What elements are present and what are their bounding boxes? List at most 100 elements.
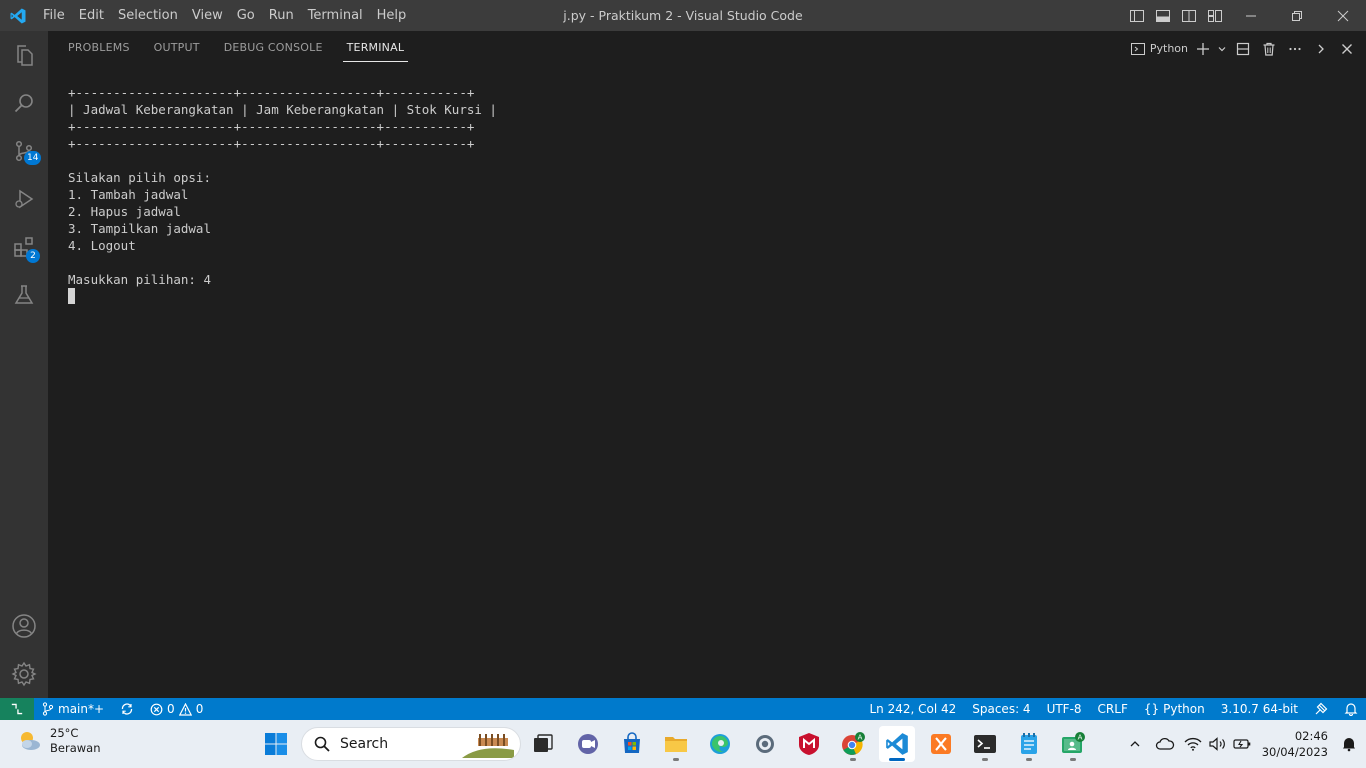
menu-help[interactable]: Help	[370, 0, 414, 31]
terminal-line: | Jadwal Keberangkatan | Jam Keberangkat…	[68, 102, 497, 117]
title-bar: File Edit Selection View Go Run Terminal…	[0, 0, 1366, 31]
warning-icon	[178, 702, 192, 716]
terminal-line: Silakan pilih opsi:	[68, 170, 211, 185]
chevron-down-icon[interactable]	[1214, 31, 1230, 66]
problems-indicator[interactable]: 0 0	[142, 698, 211, 720]
trash-icon[interactable]	[1256, 31, 1282, 66]
menu-bar: File Edit Selection View Go Run Terminal…	[36, 0, 413, 31]
language-name: Python	[1163, 702, 1205, 716]
chevron-right-icon[interactable]	[1308, 31, 1334, 66]
branch-indicator[interactable]: main*+	[34, 698, 112, 720]
braces-icon: {}	[1143, 702, 1160, 716]
minimize-button[interactable]	[1228, 0, 1274, 31]
indentation[interactable]: Spaces: 4	[964, 698, 1038, 720]
split-terminal-icon[interactable]	[1230, 31, 1256, 66]
extensions-icon[interactable]: 2	[0, 223, 48, 271]
terminal-app-icon[interactable]	[967, 726, 1003, 762]
chrome-browser-icon[interactable]: A	[835, 726, 871, 762]
vscode-taskbar-icon[interactable]	[879, 726, 915, 762]
svg-text:A: A	[1078, 734, 1083, 742]
weather-widget[interactable]: 25°C Berawan	[16, 726, 100, 756]
settings-gear-icon[interactable]	[747, 726, 783, 762]
warning-count: 0	[195, 702, 204, 716]
new-terminal-icon[interactable]	[1192, 31, 1214, 66]
search-icon[interactable]	[0, 79, 48, 127]
search-highlight-illustration-icon	[462, 734, 514, 758]
close-button[interactable]	[1320, 0, 1366, 31]
terminal-cursor-line	[68, 288, 1348, 305]
volume-icon[interactable]	[1206, 726, 1230, 762]
customize-layout-icon[interactable]	[1202, 0, 1228, 31]
battery-icon[interactable]	[1230, 726, 1254, 762]
tab-terminal[interactable]: TERMINAL	[335, 31, 417, 66]
run-debug-icon[interactable]	[0, 175, 48, 223]
cursor-position[interactable]: Ln 242, Col 42	[861, 698, 964, 720]
taskbar-search[interactable]: Search	[301, 727, 521, 761]
restore-button[interactable]	[1274, 0, 1320, 31]
toggle-secondary-sidebar-icon[interactable]	[1176, 0, 1202, 31]
error-icon	[150, 703, 163, 715]
python-interpreter[interactable]: 3.10.7 64-bit	[1213, 698, 1306, 720]
end-of-line[interactable]: CRLF	[1090, 698, 1136, 720]
menu-terminal[interactable]: Terminal	[301, 0, 370, 31]
explorer-icon[interactable]	[0, 31, 48, 79]
toggle-panel-icon[interactable]	[1150, 0, 1176, 31]
microsoft-store-icon[interactable]	[614, 726, 650, 762]
wifi-icon[interactable]	[1180, 726, 1206, 762]
task-view-icon[interactable]	[525, 726, 561, 762]
feedback-icon[interactable]	[1306, 698, 1336, 720]
accounts-icon[interactable]	[0, 602, 48, 650]
source-control-icon[interactable]: 14	[0, 127, 48, 175]
tab-debug-console[interactable]: DEBUG CONSOLE	[212, 31, 335, 66]
running-indicator	[850, 758, 856, 761]
mcafee-icon[interactable]	[791, 726, 827, 762]
onedrive-cloud-icon[interactable]	[1150, 726, 1180, 762]
terminal-selector[interactable]: Python	[1127, 31, 1192, 66]
edge-browser-icon[interactable]	[702, 726, 738, 762]
terminal-output[interactable]: +---------------------+-----------------…	[68, 67, 1348, 339]
notepad-icon[interactable]	[1011, 726, 1047, 762]
classroom-icon[interactable]: A	[1055, 726, 1091, 762]
close-panel-icon[interactable]	[1334, 31, 1360, 66]
toggle-primary-sidebar-icon[interactable]	[1124, 0, 1150, 31]
testing-icon[interactable]	[0, 271, 48, 319]
system-tray: 02:46 30/04/2023	[1120, 720, 1366, 768]
menu-selection[interactable]: Selection	[111, 0, 185, 31]
remote-indicator-icon[interactable]	[0, 698, 34, 720]
more-actions-icon[interactable]	[1282, 31, 1308, 66]
manage-gear-icon[interactable]	[0, 650, 48, 698]
encoding[interactable]: UTF-8	[1039, 698, 1090, 720]
xampp-icon[interactable]	[923, 726, 959, 762]
terminal-line: 1. Tambah jadwal	[68, 187, 189, 202]
clock[interactable]: 02:46 30/04/2023	[1254, 728, 1336, 760]
tab-output[interactable]: OUTPUT	[142, 31, 212, 66]
git-branch-icon	[42, 702, 54, 716]
menu-edit[interactable]: Edit	[72, 0, 111, 31]
weather-cloud-sun-icon	[21, 732, 40, 750]
terminal-name: Python	[1149, 42, 1188, 55]
start-button[interactable]	[258, 726, 294, 762]
menu-view[interactable]: View	[185, 0, 230, 31]
clock-date: 30/04/2023	[1261, 745, 1328, 759]
panel: PROBLEMS OUTPUT DEBUG CONSOLE TERMINAL P…	[48, 31, 1366, 698]
teams-chat-icon[interactable]	[570, 726, 606, 762]
menu-go[interactable]: Go	[230, 0, 262, 31]
menu-file[interactable]: File	[36, 0, 72, 31]
vscode-logo-icon	[0, 0, 36, 31]
sync-icon[interactable]	[112, 698, 142, 720]
extensions-badge: 2	[26, 249, 40, 263]
terminal-line: 4. Logout	[68, 238, 136, 253]
tab-problems[interactable]: PROBLEMS	[56, 31, 142, 66]
weather-description: Berawan	[50, 741, 101, 755]
terminal-line: 3. Tampilkan jadwal	[68, 221, 211, 236]
notifications-bell-icon[interactable]	[1336, 698, 1366, 720]
terminal-line: +---------------------+-----------------…	[68, 85, 475, 100]
file-explorer-icon[interactable]	[658, 726, 694, 762]
menu-run[interactable]: Run	[262, 0, 301, 31]
show-hidden-icons-chevron-up-icon[interactable]	[1120, 726, 1150, 762]
notification-center-icon[interactable]	[1336, 726, 1362, 762]
running-indicator	[1026, 758, 1032, 761]
language-mode[interactable]: {} Python	[1136, 698, 1213, 720]
